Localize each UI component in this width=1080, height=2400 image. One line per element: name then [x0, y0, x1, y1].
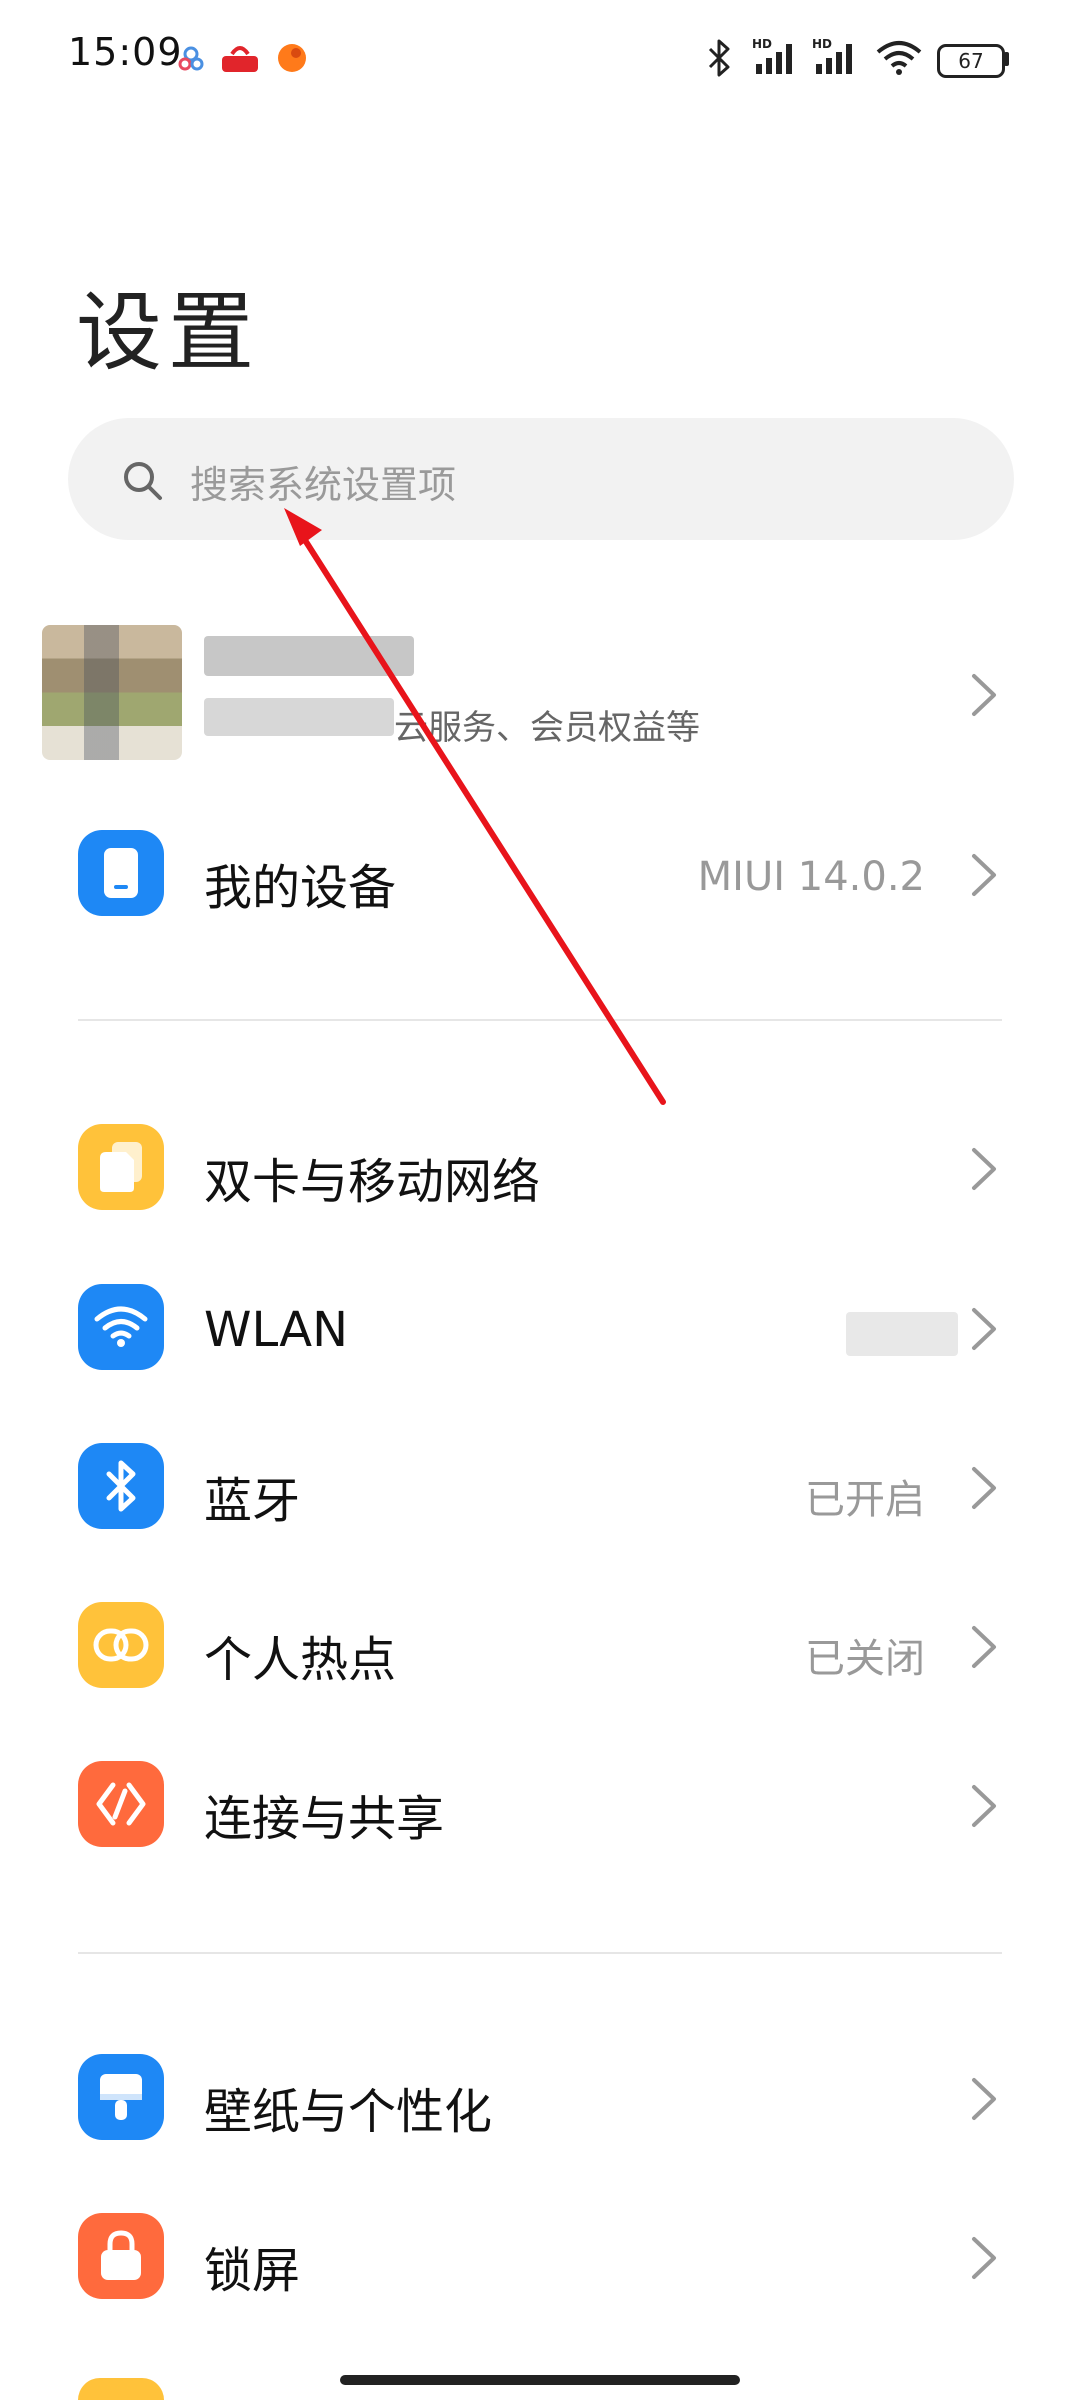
status-time: 15:09	[68, 30, 183, 74]
row-label: 双卡与移动网络	[204, 1154, 541, 1210]
svg-text:HD: HD	[752, 37, 772, 51]
hotspot-icon	[78, 1602, 164, 1688]
settings-row-my-device[interactable]: 我的设备 MIUI 14.0.2	[0, 812, 1080, 942]
row-value: MIUI 14.0.2	[697, 854, 925, 900]
notification-app-icon	[222, 46, 258, 72]
account-subtitle: 云服务、会员权益等	[394, 708, 700, 748]
account-name-redacted	[204, 636, 414, 676]
row-label: 壁纸与个性化	[204, 2084, 493, 2140]
section-divider	[78, 1952, 1002, 1954]
account-row[interactable]: 云服务、会员权益等	[0, 610, 1080, 775]
wifi-icon	[876, 41, 922, 75]
battery-cap	[1004, 52, 1009, 66]
row-label: 锁屏	[204, 2243, 301, 2299]
chevron-right-icon	[972, 674, 996, 716]
battery-icon: 67	[937, 44, 1005, 78]
chevron-right-icon	[972, 1626, 996, 1668]
search-input[interactable]: 搜索系统设置项	[190, 454, 456, 509]
chevron-right-icon	[972, 1785, 996, 1827]
wallpaper-icon	[78, 2054, 164, 2140]
row-label: 个人热点	[204, 1632, 397, 1688]
chevron-right-icon	[972, 1467, 996, 1509]
avatar	[42, 625, 182, 760]
sim-icon	[78, 1124, 164, 1210]
lock-icon	[78, 2213, 164, 2299]
account-id-redacted	[204, 698, 394, 736]
search-bar[interactable]: 搜索系统设置项	[68, 418, 1014, 540]
signal-hd-icon: HD	[752, 37, 792, 74]
row-value: 已关闭	[805, 1636, 925, 1682]
settings-row-connection-sharing[interactable]: 连接与共享	[0, 1743, 1080, 1873]
settings-row-sim[interactable]: 双卡与移动网络	[0, 1106, 1080, 1236]
wlan-network-redacted	[846, 1312, 958, 1356]
settings-row-wlan[interactable]: WLAN	[0, 1266, 1080, 1396]
row-label: WLAN	[204, 1302, 349, 1358]
wifi-icon	[78, 1284, 164, 1370]
gesture-nav-bar[interactable]	[340, 2375, 740, 2385]
bluetooth-icon	[78, 1443, 164, 1529]
signal-hd-icon: HD	[812, 37, 852, 74]
settings-row-wallpaper[interactable]: 壁纸与个性化	[0, 2036, 1080, 2166]
row-label: 蓝牙	[204, 1473, 301, 1529]
search-icon	[124, 462, 162, 500]
section-divider	[78, 1019, 1002, 1021]
chevron-right-icon	[972, 2237, 996, 2279]
phone-icon	[78, 830, 164, 916]
row-label: 连接与共享	[204, 1791, 445, 1847]
page-title: 设置	[76, 283, 260, 383]
chevron-right-icon	[972, 1148, 996, 1190]
svg-text:HD: HD	[812, 37, 832, 51]
settings-row-hotspot[interactable]: 个人热点 已关闭	[0, 1584, 1080, 1714]
connection-share-icon	[78, 1761, 164, 1847]
settings-row-bluetooth[interactable]: 蓝牙 已开启	[0, 1425, 1080, 1555]
bluetooth-icon	[708, 39, 730, 77]
chevron-right-icon	[972, 2078, 996, 2120]
notification-app-icon	[278, 44, 306, 72]
row-value: 已开启	[805, 1477, 925, 1523]
next-row-icon-partial	[78, 2378, 164, 2400]
settings-row-lockscreen[interactable]: 锁屏	[0, 2195, 1080, 2325]
row-label: 我的设备	[204, 860, 397, 916]
chevron-right-icon	[972, 854, 996, 896]
chevron-right-icon	[972, 1308, 996, 1350]
notification-app-icon	[178, 46, 204, 71]
